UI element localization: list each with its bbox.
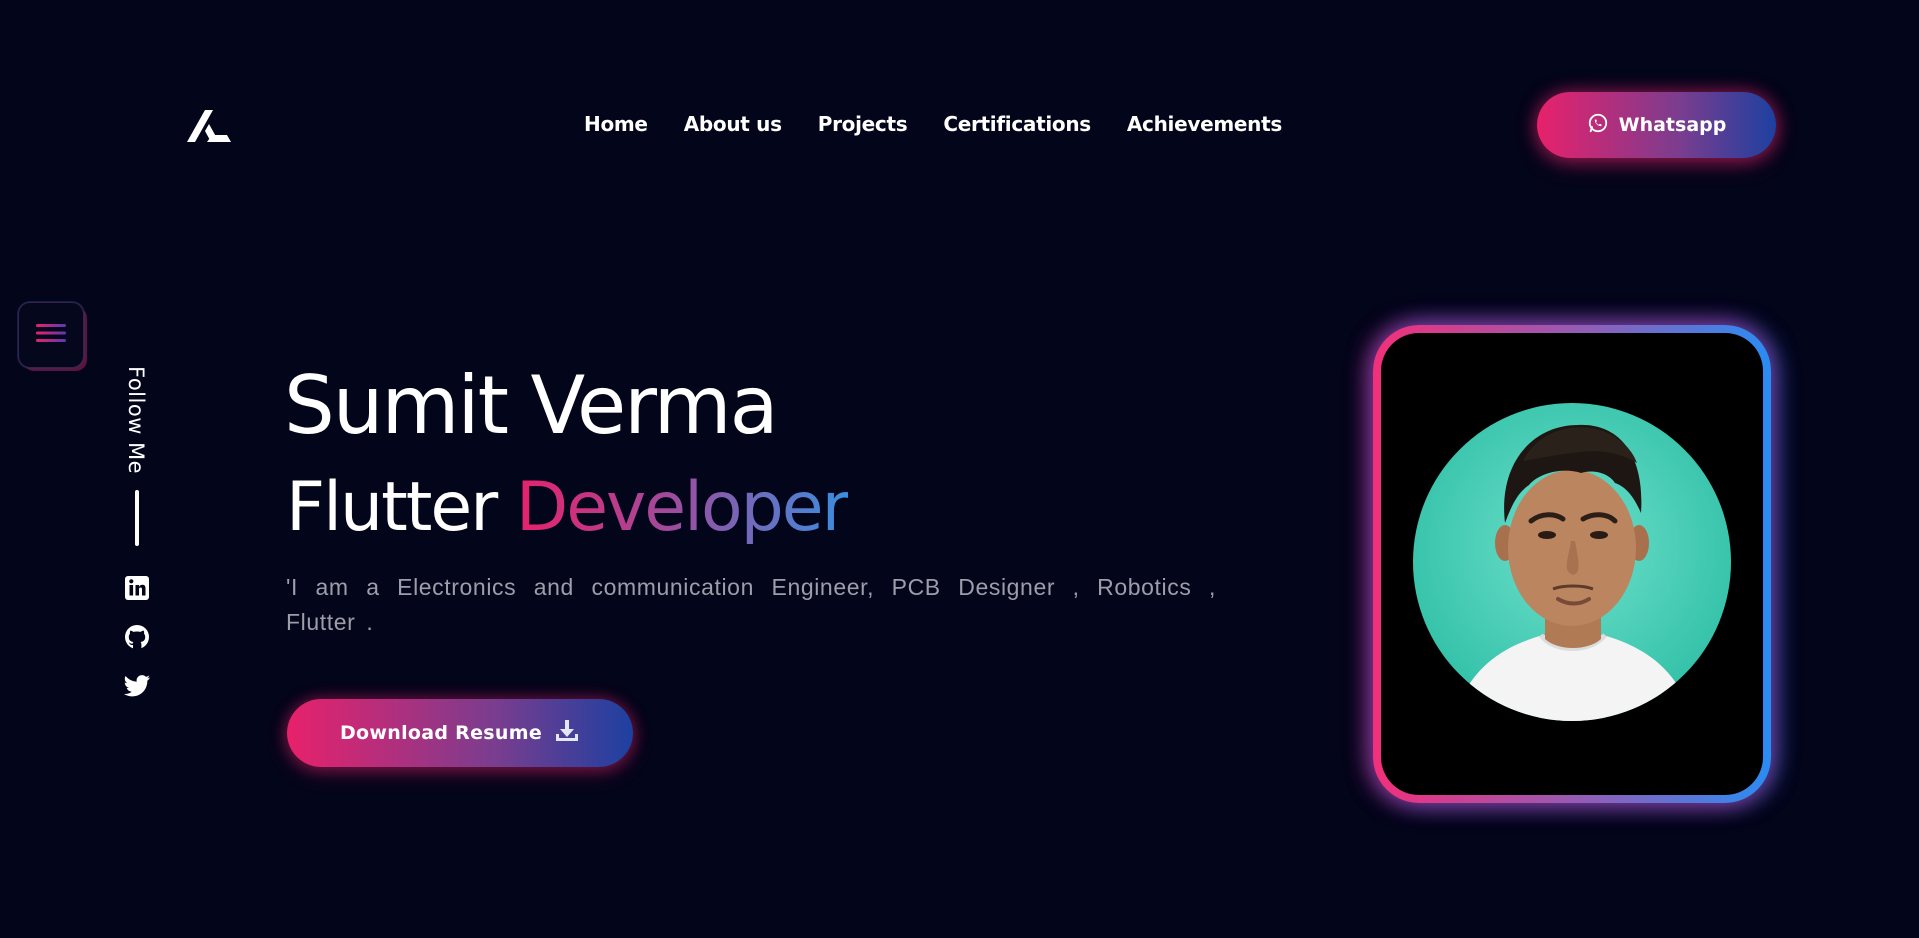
nav-item-certifications[interactable]: Certifications [943, 112, 1091, 136]
profile-card-inner [1381, 333, 1763, 795]
nav-item-achievements[interactable]: Achievements [1127, 112, 1282, 136]
github-icon[interactable] [122, 622, 152, 652]
whatsapp-button[interactable]: Whatsapp [1537, 92, 1776, 158]
hamburger-menu-icon [35, 321, 67, 349]
nav-item-about-us[interactable]: About us [684, 112, 782, 136]
hero-name: Sumit Verma [284, 359, 779, 452]
hero-role-prefix: Flutter [286, 468, 498, 547]
linkedin-icon[interactable] [122, 573, 152, 603]
twitter-icon[interactable] [122, 670, 152, 700]
download-icon [554, 718, 580, 749]
profile-card [1373, 325, 1771, 803]
whatsapp-icon [1587, 112, 1609, 139]
hero-role-accent: Developer [515, 468, 850, 547]
portfolio-page: Home About us Projects Certifications Ac… [0, 0, 1919, 938]
stylized-a-logo-icon[interactable] [185, 106, 233, 144]
download-resume-button[interactable]: Download Resume [287, 699, 633, 767]
nav-item-home[interactable]: Home [584, 112, 648, 136]
hero-description: 'I am a Electronics and communication En… [286, 574, 1216, 635]
main-nav: Home About us Projects Certifications Ac… [584, 112, 1318, 136]
hero-role: Flutter Developer [286, 474, 850, 542]
whatsapp-button-label: Whatsapp [1618, 114, 1727, 136]
nav-item-projects[interactable]: Projects [818, 112, 908, 136]
hamburger-menu-button[interactable] [18, 302, 84, 368]
follow-divider [135, 490, 139, 546]
follow-me-label: Follow Me [124, 366, 148, 475]
profile-photo [1413, 403, 1731, 721]
download-resume-label: Download Resume [339, 722, 543, 744]
